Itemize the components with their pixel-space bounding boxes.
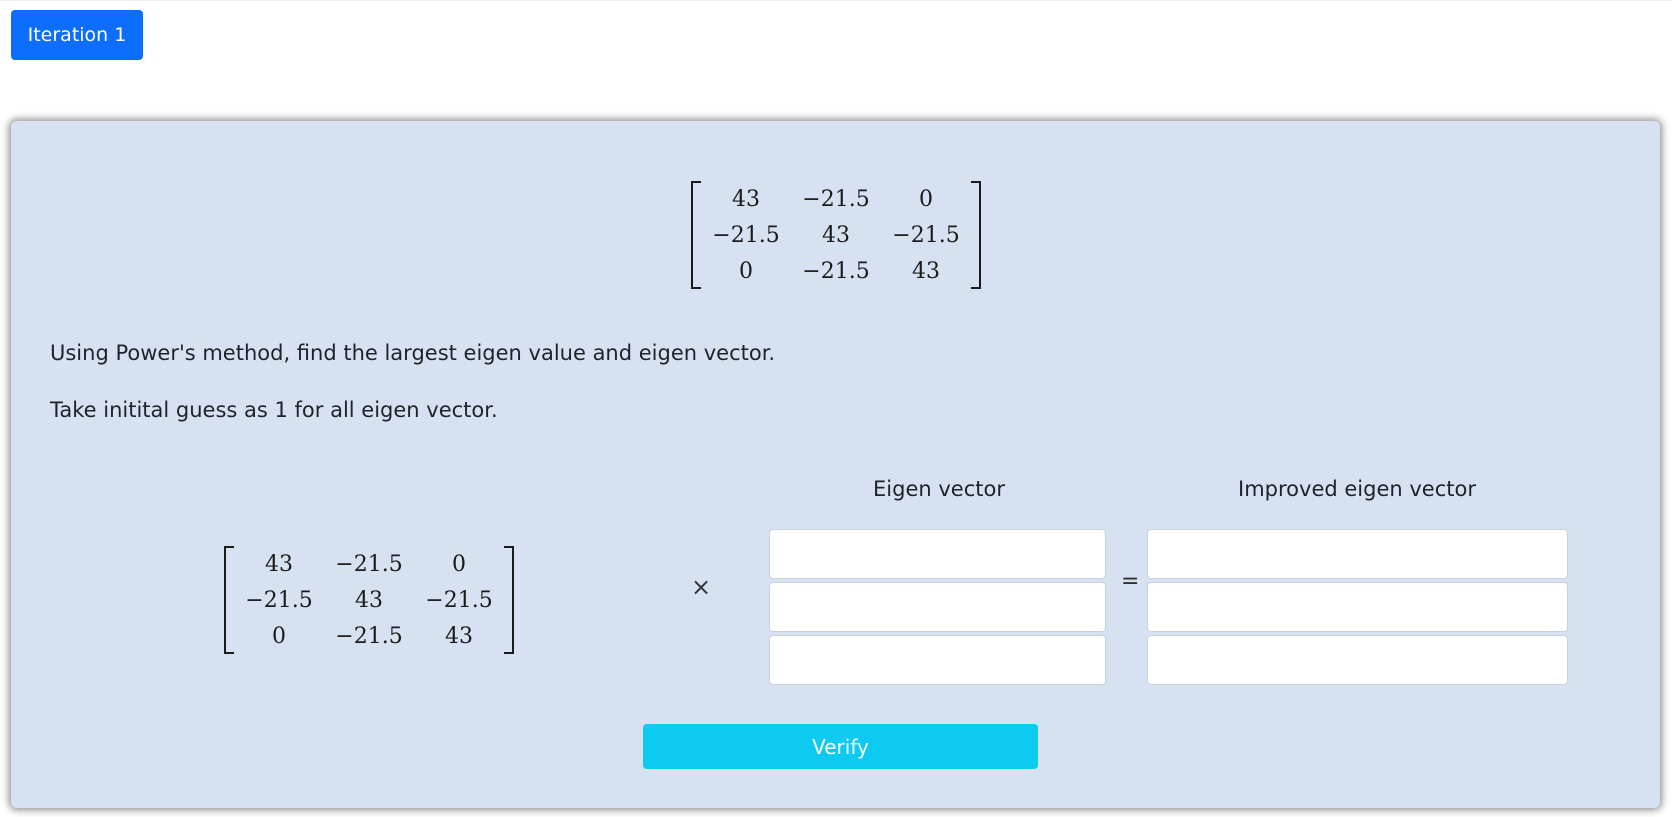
matrix-cell: −21.5 (892, 222, 960, 248)
eigen-vector-input-1[interactable] (769, 529, 1106, 579)
question-panel: 43 −21.5 0 −21.5 43 −21.5 0 −21.5 43 Usi… (11, 121, 1660, 808)
verify-button[interactable]: Verify (643, 724, 1038, 769)
matrix-cell: 43 (355, 587, 383, 613)
left-bracket (224, 546, 234, 654)
iteration-1-tab-button[interactable]: Iteration 1 (11, 10, 143, 60)
matrix-cell: 0 (739, 258, 753, 284)
multiply-sign: × (691, 573, 712, 601)
eigen-vector-header: Eigen vector (873, 477, 1005, 501)
eigen-vector-input-3[interactable] (769, 635, 1106, 685)
coefficient-matrix-display: 43 −21.5 0 −21.5 43 −21.5 0 −21.5 43 (691, 181, 981, 289)
equals-sign: = (1121, 569, 1140, 594)
matrix-cell: 43 (912, 258, 940, 284)
right-bracket (504, 546, 514, 654)
matrix-cell: 0 (272, 623, 286, 649)
left-bracket (691, 181, 701, 289)
question-text: Using Power's method, find the largest e… (50, 341, 776, 365)
matrix-cell: −21.5 (425, 587, 493, 613)
matrix-cell: −21.5 (712, 222, 780, 248)
matrix-cell: −21.5 (245, 587, 313, 613)
coefficient-matrix-equation: 43 −21.5 0 −21.5 43 −21.5 0 −21.5 43 (224, 546, 514, 654)
matrix-cell: 0 (452, 551, 466, 577)
matrix-cell: 43 (265, 551, 293, 577)
matrix-cell: 0 (919, 186, 933, 212)
matrix-cell: 43 (445, 623, 473, 649)
initial-guess-text: Take initital guess as 1 for all eigen v… (50, 398, 498, 422)
top-divider (0, 0, 1672, 1)
improved-eigen-vector-input-1[interactable] (1147, 529, 1568, 579)
matrix-cell: 43 (732, 186, 760, 212)
matrix-cell: −21.5 (802, 258, 870, 284)
improved-eigen-vector-input-3[interactable] (1147, 635, 1568, 685)
right-bracket (971, 181, 981, 289)
matrix-cell: 43 (822, 222, 850, 248)
matrix-cell: −21.5 (802, 186, 870, 212)
matrix-cell: −21.5 (335, 551, 403, 577)
improved-eigen-vector-header: Improved eigen vector (1238, 477, 1476, 501)
improved-eigen-vector-input-2[interactable] (1147, 582, 1568, 632)
matrix-cell: −21.5 (335, 623, 403, 649)
eigen-vector-input-2[interactable] (769, 582, 1106, 632)
